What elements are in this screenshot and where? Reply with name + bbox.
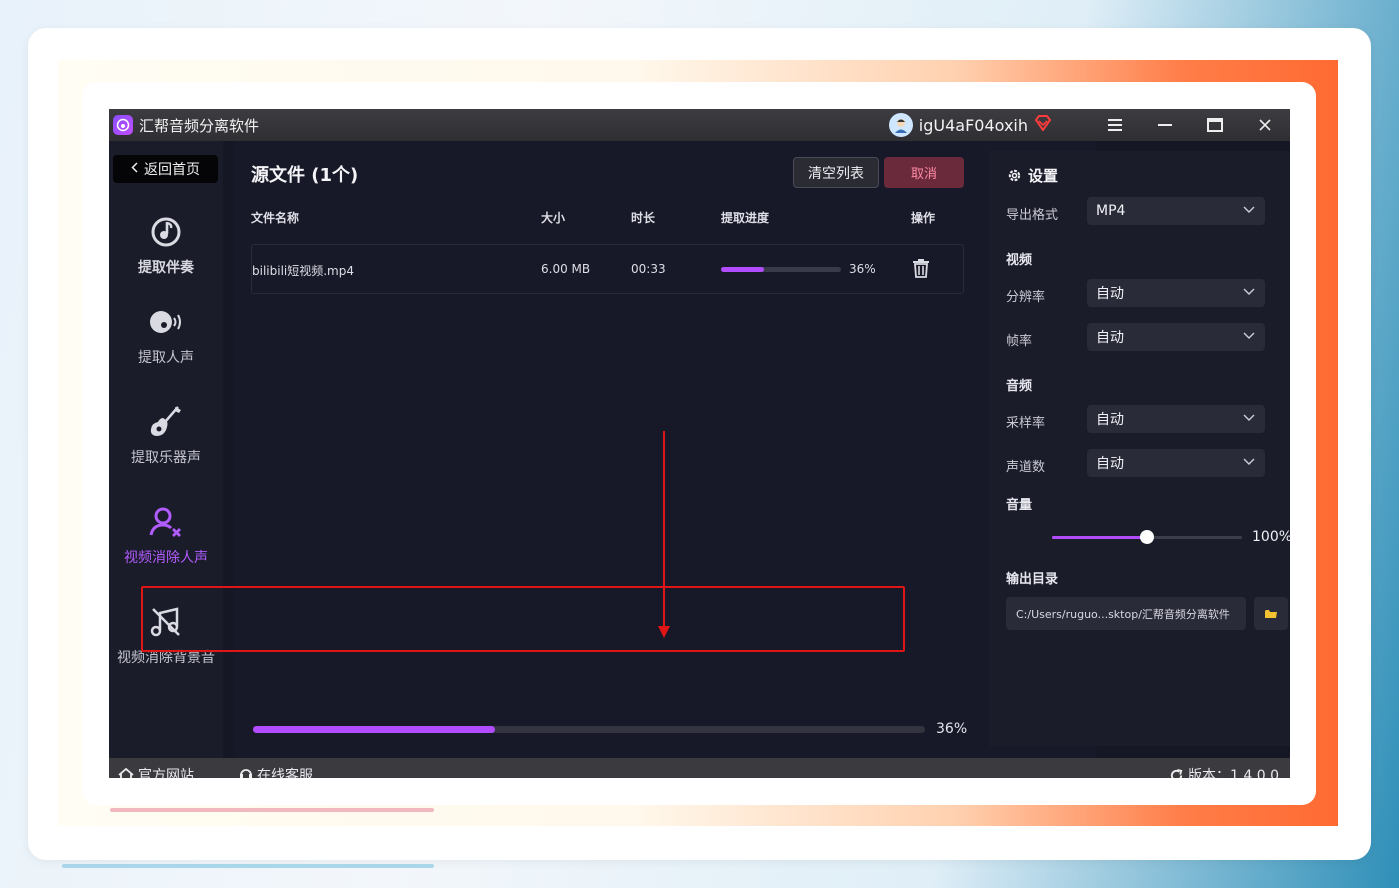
resolution-label: 分辨率: [1006, 290, 1046, 305]
guitar-icon: [109, 405, 223, 439]
support-link[interactable]: 在线客服: [239, 765, 313, 778]
close-icon: [1259, 119, 1271, 131]
column-header-size: 大小: [541, 211, 566, 225]
gear-icon: [1008, 169, 1021, 182]
file-progress-text: 36%: [849, 262, 876, 276]
nav-label: 提取伴奏: [138, 260, 194, 276]
framerate-label: 帧率: [1006, 334, 1033, 349]
overall-progress-text: 36%: [936, 721, 968, 737]
annotation-highlight-box: [141, 586, 905, 652]
audio-section-heading: 音频: [1006, 379, 1033, 394]
file-duration: 00:33: [631, 262, 666, 276]
app-window: 汇帮音频分离软件 igU4aF04oxih 返回首页 提取伴奏 提取人声 提取乐…: [109, 109, 1290, 778]
app-logo-icon: [113, 115, 133, 135]
nav-label: 提取人声: [138, 350, 194, 366]
file-name: bilibili短视频.mp4: [252, 264, 354, 278]
output-dir-heading: 输出目录: [1006, 572, 1059, 587]
version-info[interactable]: 版本：1.4.0.0: [1169, 765, 1279, 778]
format-label: 导出格式: [1006, 208, 1059, 223]
cancel-button[interactable]: 取消: [884, 157, 964, 188]
settings-panel: 设置 导出格式 MP4 视频 分辨率 自动 帧率 自动 音频 采样率 自动 声道…: [989, 151, 1290, 746]
column-header-progress: 提取进度: [721, 211, 770, 225]
channels-select[interactable]: 自动: [1087, 449, 1265, 477]
output-path-field[interactable]: C:/Users/ruguo...sktop/汇帮音频分离软件: [1006, 597, 1246, 630]
settings-title: 设置: [1007, 165, 1058, 186]
volume-heading: 音量: [1006, 498, 1033, 513]
resolution-select[interactable]: 自动: [1087, 279, 1265, 307]
minimize-button[interactable]: [1140, 109, 1190, 141]
delete-button[interactable]: [913, 259, 929, 282]
chevron-down-icon: [1243, 288, 1255, 295]
samplerate-select[interactable]: 自动: [1087, 405, 1265, 433]
channels-label: 声道数: [1006, 460, 1046, 475]
nav-item-video-remove-vocals[interactable]: 视频消除人声: [109, 505, 223, 567]
format-select[interactable]: MP4: [1087, 197, 1265, 225]
overall-progress-bar: [253, 726, 925, 733]
settings-title-label: 设置: [1028, 167, 1059, 185]
title-bar: 汇帮音频分离软件 igU4aF04oxih: [109, 109, 1290, 141]
home-icon: [118, 768, 134, 778]
framerate-value: 自动: [1096, 330, 1124, 346]
resolution-value: 自动: [1096, 286, 1124, 302]
folder-icon: [1265, 609, 1277, 618]
video-section-heading: 视频: [1006, 253, 1033, 268]
page-title: 源文件 (1个): [251, 165, 359, 186]
column-header-actions: 操作: [911, 211, 936, 225]
table-row[interactable]: bilibili短视频.mp4 6.00 MB 00:33 36%: [251, 244, 964, 294]
chevron-left-icon: [131, 161, 138, 177]
samplerate-value: 自动: [1096, 412, 1124, 428]
maximize-button[interactable]: [1190, 109, 1240, 141]
support-label: 在线客服: [257, 768, 313, 778]
file-size: 6.00 MB: [541, 262, 591, 276]
chevron-down-icon: [1243, 458, 1255, 465]
user-avatar[interactable]: [888, 113, 913, 137]
nav-item-extract-instruments[interactable]: 提取乐器声: [109, 405, 223, 467]
chevron-down-icon: [1243, 414, 1255, 421]
close-button[interactable]: [1240, 109, 1290, 141]
column-header-duration: 时长: [631, 211, 656, 225]
framerate-select[interactable]: 自动: [1087, 323, 1265, 351]
file-progress-fill: [721, 267, 765, 272]
clear-list-button[interactable]: 清空列表: [793, 157, 879, 188]
voice-icon: [109, 305, 223, 339]
volume-slider-thumb[interactable]: [1140, 530, 1154, 544]
menu-icon: [1108, 119, 1122, 131]
music-note-icon: [109, 215, 223, 249]
decorative-line: [110, 808, 434, 812]
menu-button[interactable]: [1090, 109, 1140, 141]
website-label: 官方网站: [138, 768, 194, 778]
back-home-label: 返回首页: [144, 162, 200, 178]
nav-item-extract-vocals[interactable]: 提取人声: [109, 305, 223, 367]
chevron-down-icon: [1243, 332, 1255, 339]
format-value: MP4: [1096, 203, 1126, 219]
app-title: 汇帮音频分离软件: [139, 116, 260, 135]
samplerate-label: 采样率: [1006, 416, 1046, 431]
column-header-name: 文件名称: [251, 211, 300, 225]
maximize-icon: [1207, 118, 1223, 132]
headset-icon: [240, 769, 252, 778]
decorative-line: [62, 864, 434, 868]
file-progress-bar: [721, 267, 841, 272]
nav-label: 视频消除人声: [124, 550, 208, 566]
nav-label: 提取乐器声: [131, 450, 201, 466]
minimize-icon: [1158, 124, 1172, 126]
browse-folder-button[interactable]: [1254, 597, 1288, 630]
volume-slider-fill: [1052, 536, 1147, 539]
trash-icon: [913, 259, 929, 278]
status-bar: 官方网站 在线客服 版本：1.4.0.0: [109, 758, 1290, 778]
main-panel: 源文件 (1个) 清空列表 取消 文件名称 大小 时长 提取进度 操作 bili…: [235, 141, 1097, 758]
website-link[interactable]: 官方网站: [118, 765, 194, 778]
overall-progress-fill: [253, 726, 495, 733]
vip-diamond-icon[interactable]: [1034, 115, 1052, 135]
refresh-icon: [1170, 768, 1183, 778]
sidebar: 返回首页 提取伴奏 提取人声 提取乐器声 视频消除人声 视频消除背景音: [109, 141, 223, 758]
user-remove-icon: [109, 505, 223, 539]
volume-value: 100%: [1252, 529, 1290, 545]
chevron-down-icon: [1243, 206, 1255, 213]
back-home-button[interactable]: 返回首页: [113, 155, 218, 183]
version-label: 版本：1.4.0.0: [1188, 768, 1279, 778]
username[interactable]: igU4aF04oxih: [919, 116, 1028, 135]
nav-item-extract-accompaniment[interactable]: 提取伴奏: [109, 215, 223, 277]
channels-value: 自动: [1096, 456, 1124, 472]
